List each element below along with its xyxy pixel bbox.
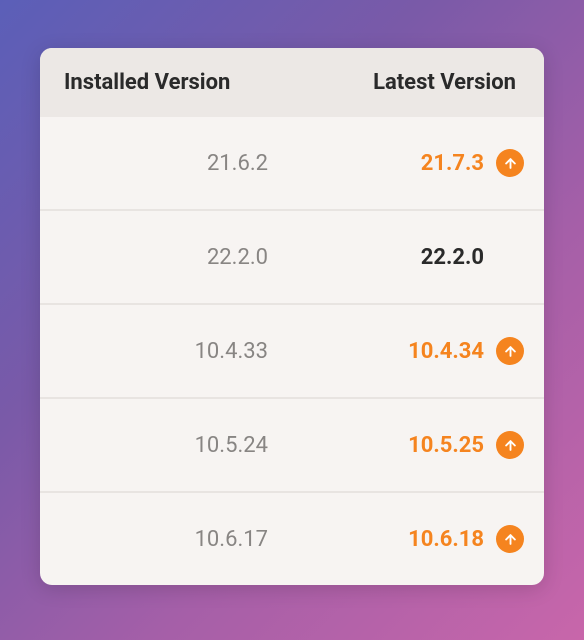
latest-version: 10.6.18	[408, 527, 484, 552]
table-body: 21.6.221.7.322.2.022.2.010.4.3310.4.3410…	[40, 117, 544, 585]
latest-version: 10.4.34	[408, 339, 484, 364]
table-row: 21.6.2 21.7.3	[40, 117, 544, 209]
version-table: Installed Version Latest Version 21.6.22…	[40, 48, 544, 585]
latest-version-cell: 10.4.34	[296, 337, 544, 365]
latest-version-cell: 22.2.0	[296, 243, 544, 271]
icon-spacer	[496, 243, 524, 271]
installed-version: 10.5.24	[40, 433, 296, 458]
table-header: Installed Version Latest Version	[40, 48, 544, 117]
table-row: 10.5.24 10.5.25	[40, 397, 544, 491]
latest-version-cell: 10.6.18	[296, 525, 544, 553]
installed-version: 21.6.2	[40, 151, 296, 176]
latest-version: 21.7.3	[421, 151, 484, 176]
arrow-up-icon[interactable]	[496, 337, 524, 365]
table-row: 10.6.17 10.6.18	[40, 491, 544, 585]
latest-version-cell: 21.7.3	[296, 149, 544, 177]
arrow-up-icon[interactable]	[496, 525, 524, 553]
arrow-up-icon[interactable]	[496, 149, 524, 177]
header-latest: Latest Version	[290, 70, 544, 95]
arrow-up-icon[interactable]	[496, 431, 524, 459]
latest-version: 22.2.0	[421, 245, 484, 270]
installed-version: 10.6.17	[40, 527, 296, 552]
installed-version: 10.4.33	[40, 339, 296, 364]
table-row: 22.2.0 22.2.0	[40, 209, 544, 303]
latest-version: 10.5.25	[408, 433, 484, 458]
header-installed: Installed Version	[40, 70, 290, 95]
table-row: 10.4.33 10.4.34	[40, 303, 544, 397]
latest-version-cell: 10.5.25	[296, 431, 544, 459]
installed-version: 22.2.0	[40, 245, 296, 270]
